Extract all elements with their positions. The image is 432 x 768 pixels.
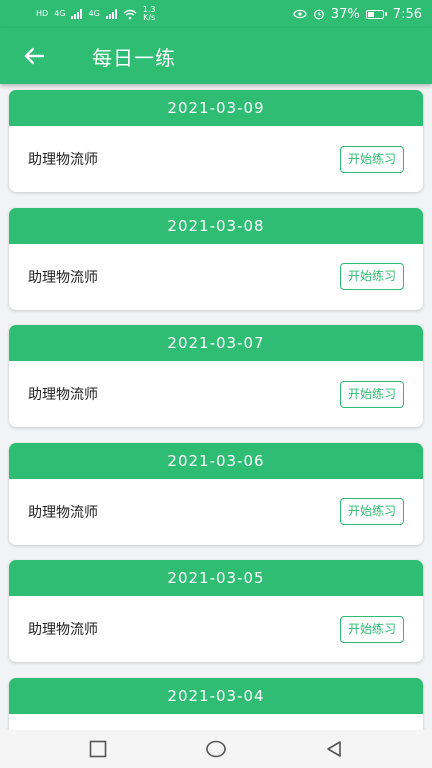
- battery-icon: [365, 9, 387, 19]
- start-practice-button[interactable]: 开始练习: [339, 145, 404, 173]
- battery-percent: 37%: [330, 6, 360, 22]
- card-date: 2021-03-05: [9, 560, 423, 596]
- signal-icon: [71, 9, 83, 19]
- speed-unit: K/s: [143, 13, 156, 22]
- job-name: 助理物流师: [28, 269, 98, 286]
- card-body: 助理物流师 开始练习: [9, 479, 423, 545]
- card-body: 助理物流师 开始练习: [9, 596, 423, 662]
- card-body: 助理物流师 开始练习: [9, 126, 423, 192]
- card-body: 助理物流师 开始练习: [9, 361, 423, 427]
- circle-icon: [206, 740, 226, 758]
- practice-card: 2021-03-09 助理物流师 开始练习: [9, 90, 423, 192]
- system-back-button[interactable]: [314, 734, 354, 764]
- system-nav-bar: [0, 730, 432, 768]
- job-name: 助理物流师: [28, 622, 98, 638]
- eye-icon: [293, 9, 307, 19]
- card-date: 2021-03-09: [9, 90, 423, 126]
- wifi-icon: [123, 9, 137, 19]
- practice-card: 2021-03-06 助理物流师 开始练习: [9, 442, 423, 545]
- card-date: 2021-03-04: [9, 677, 423, 714]
- start-practice-button[interactable]: 开始练习: [339, 615, 404, 643]
- practice-card: 2021-03-05 助理物流师 开始练习: [9, 560, 423, 662]
- triangle-icon: [327, 741, 341, 757]
- job-name: 助理物流师: [28, 504, 98, 521]
- hd-label: HD: [36, 9, 49, 18]
- signal-icon-2: [105, 9, 117, 19]
- practice-list-container[interactable]: 2021-03-09 助理物流师 开始练习 2021-03-08 助理物流师 开…: [0, 84, 432, 730]
- home-button[interactable]: [196, 734, 236, 764]
- arrow-left-icon: [24, 47, 45, 65]
- start-practice-button[interactable]: 开始练习: [339, 498, 404, 525]
- screen: HD 4G 4G 1.3 K/s 37% 7:56 每日一练 2021-03-0…: [0, 0, 432, 768]
- start-practice-button[interactable]: 开始练习: [339, 263, 404, 290]
- card-body: [9, 714, 423, 731]
- job-name: 助理物流师: [28, 152, 98, 168]
- practice-card: 2021-03-08 助理物流师 开始练习: [9, 207, 423, 310]
- recent-apps-button[interactable]: [78, 734, 118, 764]
- page-title: 每日一练: [92, 45, 176, 70]
- status-bar: HD 4G 4G 1.3 K/s 37% 7:56: [0, 0, 432, 28]
- card-date: 2021-03-06: [9, 442, 423, 479]
- network-type-2: 4G: [88, 9, 100, 18]
- network-type-1: 4G: [54, 9, 66, 18]
- card-date: 2021-03-08: [9, 207, 423, 244]
- back-button[interactable]: [6, 28, 62, 84]
- square-icon: [89, 740, 107, 758]
- start-practice-button[interactable]: 开始练习: [339, 380, 404, 408]
- app-bar: 每日一练: [0, 28, 432, 84]
- status-right: 37% 7:56: [293, 7, 422, 22]
- practice-card-partial: 2021-03-04: [9, 677, 423, 731]
- status-time: 7:56: [392, 6, 422, 22]
- status-left: HD 4G 4G 1.3 K/s: [36, 6, 156, 22]
- alarm-icon: [313, 9, 324, 20]
- practice-list: 2021-03-09 助理物流师 开始练习 2021-03-08 助理物流师 开…: [9, 90, 423, 730]
- job-name: 助理物流师: [28, 387, 98, 403]
- practice-card: 2021-03-07 助理物流师 开始练习: [9, 325, 423, 427]
- network-speed: 1.3 K/s: [143, 6, 156, 22]
- card-date: 2021-03-07: [9, 325, 423, 361]
- card-body: 助理物流师 开始练习: [9, 244, 423, 310]
